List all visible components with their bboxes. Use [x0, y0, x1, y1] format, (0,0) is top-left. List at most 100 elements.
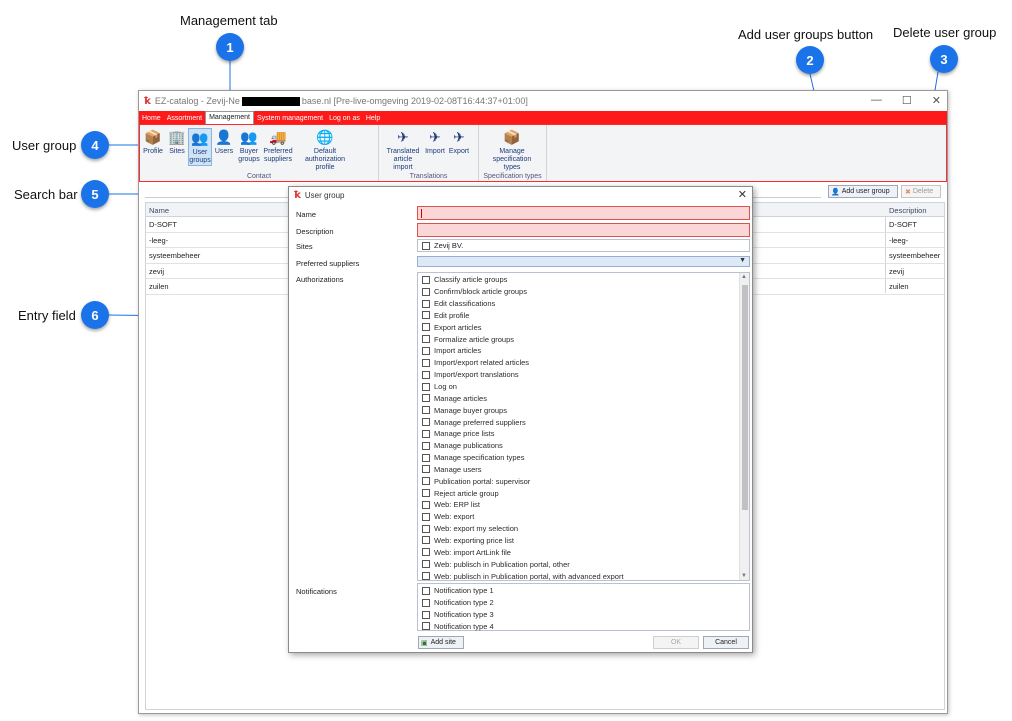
column-header-name[interactable]: Name	[149, 206, 169, 215]
checkbox[interactable]	[422, 572, 430, 580]
authorization-item[interactable]: Web: ERP list	[422, 499, 624, 511]
preferred-suppliers-dropdown[interactable]: ▼	[417, 256, 750, 267]
checkbox[interactable]	[422, 311, 430, 320]
authorization-item[interactable]: Web: exporting price list	[422, 535, 624, 547]
ribbon-group-contact: 📦 Profile 🏢 Sites 👥 User groups 👤 Users …	[140, 125, 379, 181]
checkbox[interactable]	[422, 346, 430, 355]
checkbox[interactable]	[422, 548, 430, 557]
authorization-item[interactable]: Manage specification types	[422, 452, 624, 464]
authorization-item-label: Publication portal: supervisor	[434, 476, 531, 486]
notification-item[interactable]: Notification type 4	[422, 621, 494, 633]
minimize-button[interactable]: —	[871, 94, 882, 107]
authorization-item[interactable]: Publication portal: supervisor	[422, 475, 624, 487]
checkbox[interactable]	[422, 622, 430, 631]
authorization-item[interactable]: Confirm/block article groups	[422, 286, 624, 298]
cancel-button[interactable]: Cancel	[703, 636, 749, 649]
checkbox[interactable]	[422, 370, 430, 379]
authorization-item[interactable]: Manage buyer groups	[422, 404, 624, 416]
checkbox[interactable]	[422, 335, 430, 344]
ribbon-sites-button[interactable]: 🏢 Sites	[166, 128, 188, 156]
authorization-item[interactable]: Import articles	[422, 345, 624, 357]
authorization-item[interactable]: Log on	[422, 381, 624, 393]
checkbox[interactable]	[422, 586, 430, 595]
authorization-item[interactable]: Import/export translations	[422, 369, 624, 381]
checkbox[interactable]	[422, 406, 430, 415]
authorization-item-label: Manage specification types	[434, 453, 525, 463]
checkbox[interactable]	[422, 610, 430, 619]
add-user-group-button[interactable]: 👤 Add user group	[828, 185, 898, 198]
authorization-item[interactable]: Manage articles	[422, 392, 624, 404]
checkbox[interactable]	[422, 453, 430, 462]
authorization-item[interactable]: Formalize article groups	[422, 333, 624, 345]
menu-management-tab[interactable]: Management	[205, 111, 254, 124]
authorizations-scrollbar[interactable]: ▲ ▼	[739, 273, 749, 580]
scroll-down-icon[interactable]: ▼	[741, 573, 747, 579]
checkbox[interactable]	[422, 512, 430, 521]
authorization-item[interactable]: Manage preferred suppliers	[422, 416, 624, 428]
scroll-up-icon[interactable]: ▲	[741, 274, 747, 280]
site-checkbox[interactable]	[422, 241, 430, 250]
ribbon-preferred-suppliers-button[interactable]: 🚚 Preferred suppliers	[262, 128, 294, 164]
description-field[interactable]	[417, 223, 750, 237]
checkbox[interactable]	[422, 524, 430, 533]
authorization-item[interactable]: Web: import ArtLink file	[422, 546, 624, 558]
column-header-description[interactable]: Description	[889, 206, 927, 215]
maximize-button[interactable]: ☐	[902, 94, 912, 107]
close-window-button[interactable]: ✕	[932, 94, 941, 107]
checkbox[interactable]	[422, 299, 430, 308]
authorization-item[interactable]: Web: publisch in Publication portal, wit…	[422, 570, 624, 580]
menu-log-on-as[interactable]: Log on as	[326, 113, 363, 124]
authorization-item[interactable]: Export articles	[422, 321, 624, 333]
authorization-item[interactable]: Web: export my selection	[422, 523, 624, 535]
notification-item[interactable]: Notification type 2	[422, 597, 494, 609]
checkbox[interactable]	[422, 429, 430, 438]
checkbox[interactable]	[422, 560, 430, 569]
checkbox[interactable]	[422, 394, 430, 403]
checkbox[interactable]	[422, 500, 430, 509]
ok-button[interactable]: OK	[653, 636, 699, 649]
checkbox[interactable]	[422, 323, 430, 332]
authorization-item[interactable]: Edit classifications	[422, 298, 624, 310]
checkbox[interactable]	[422, 598, 430, 607]
name-field[interactable]	[417, 206, 750, 220]
ribbon-translated-article-import-button[interactable]: ✈ Translated article import	[383, 128, 423, 172]
ribbon-export-button[interactable]: ✈ Export	[447, 128, 471, 156]
ribbon-manage-specification-types-button[interactable]: 📦 Manage specification types	[483, 128, 541, 172]
menu-system-management[interactable]: System management	[254, 113, 326, 124]
add-site-button[interactable]: ▣ Add site	[418, 636, 464, 649]
menu-home[interactable]: Home	[139, 113, 164, 124]
authorization-item[interactable]: Manage publications	[422, 440, 624, 452]
ribbon-profile-button[interactable]: 📦 Profile	[140, 128, 166, 156]
checkbox[interactable]	[422, 441, 430, 450]
ribbon-buyer-groups-button[interactable]: 👥 Buyer groups	[236, 128, 262, 164]
checkbox[interactable]	[422, 489, 430, 498]
notification-item[interactable]: Notification type 1	[422, 585, 494, 597]
ribbon-users-button[interactable]: 👤 Users	[212, 128, 236, 156]
delete-button[interactable]: ✖ Delete	[901, 185, 941, 198]
ribbon-import-button[interactable]: ✈ Import	[423, 128, 447, 156]
authorization-item[interactable]: Classify article groups	[422, 274, 624, 286]
scroll-thumb[interactable]	[742, 285, 748, 510]
checkbox[interactable]	[422, 382, 430, 391]
notification-item[interactable]: Notification type 3	[422, 609, 494, 621]
menu-help[interactable]: Help	[363, 113, 383, 124]
checkbox[interactable]	[422, 465, 430, 474]
authorization-item[interactable]: Edit profile	[422, 310, 624, 322]
authorization-item[interactable]: Import/export related articles	[422, 357, 624, 369]
authorization-item[interactable]: Manage users	[422, 464, 624, 476]
checkbox[interactable]	[422, 418, 430, 427]
checkbox[interactable]	[422, 358, 430, 367]
dialog-close-button[interactable]: ✕	[738, 188, 747, 201]
authorization-item[interactable]: Web: publisch in Publication portal, oth…	[422, 558, 624, 570]
authorization-item-label: Web: publisch in Publication portal, oth…	[434, 559, 570, 569]
ribbon-user-groups-button[interactable]: 👥 User groups	[188, 128, 212, 166]
checkbox[interactable]	[422, 536, 430, 545]
ribbon-default-authorization-profile-button[interactable]: 🌐 Default authorization profile	[294, 128, 356, 172]
authorization-item[interactable]: Manage price lists	[422, 428, 624, 440]
menu-assortment[interactable]: Assortment	[164, 113, 205, 124]
checkbox[interactable]	[422, 287, 430, 296]
authorization-item[interactable]: Web: export	[422, 511, 624, 523]
authorization-item[interactable]: Reject article group	[422, 487, 624, 499]
checkbox[interactable]	[422, 275, 430, 284]
checkbox[interactable]	[422, 477, 430, 486]
